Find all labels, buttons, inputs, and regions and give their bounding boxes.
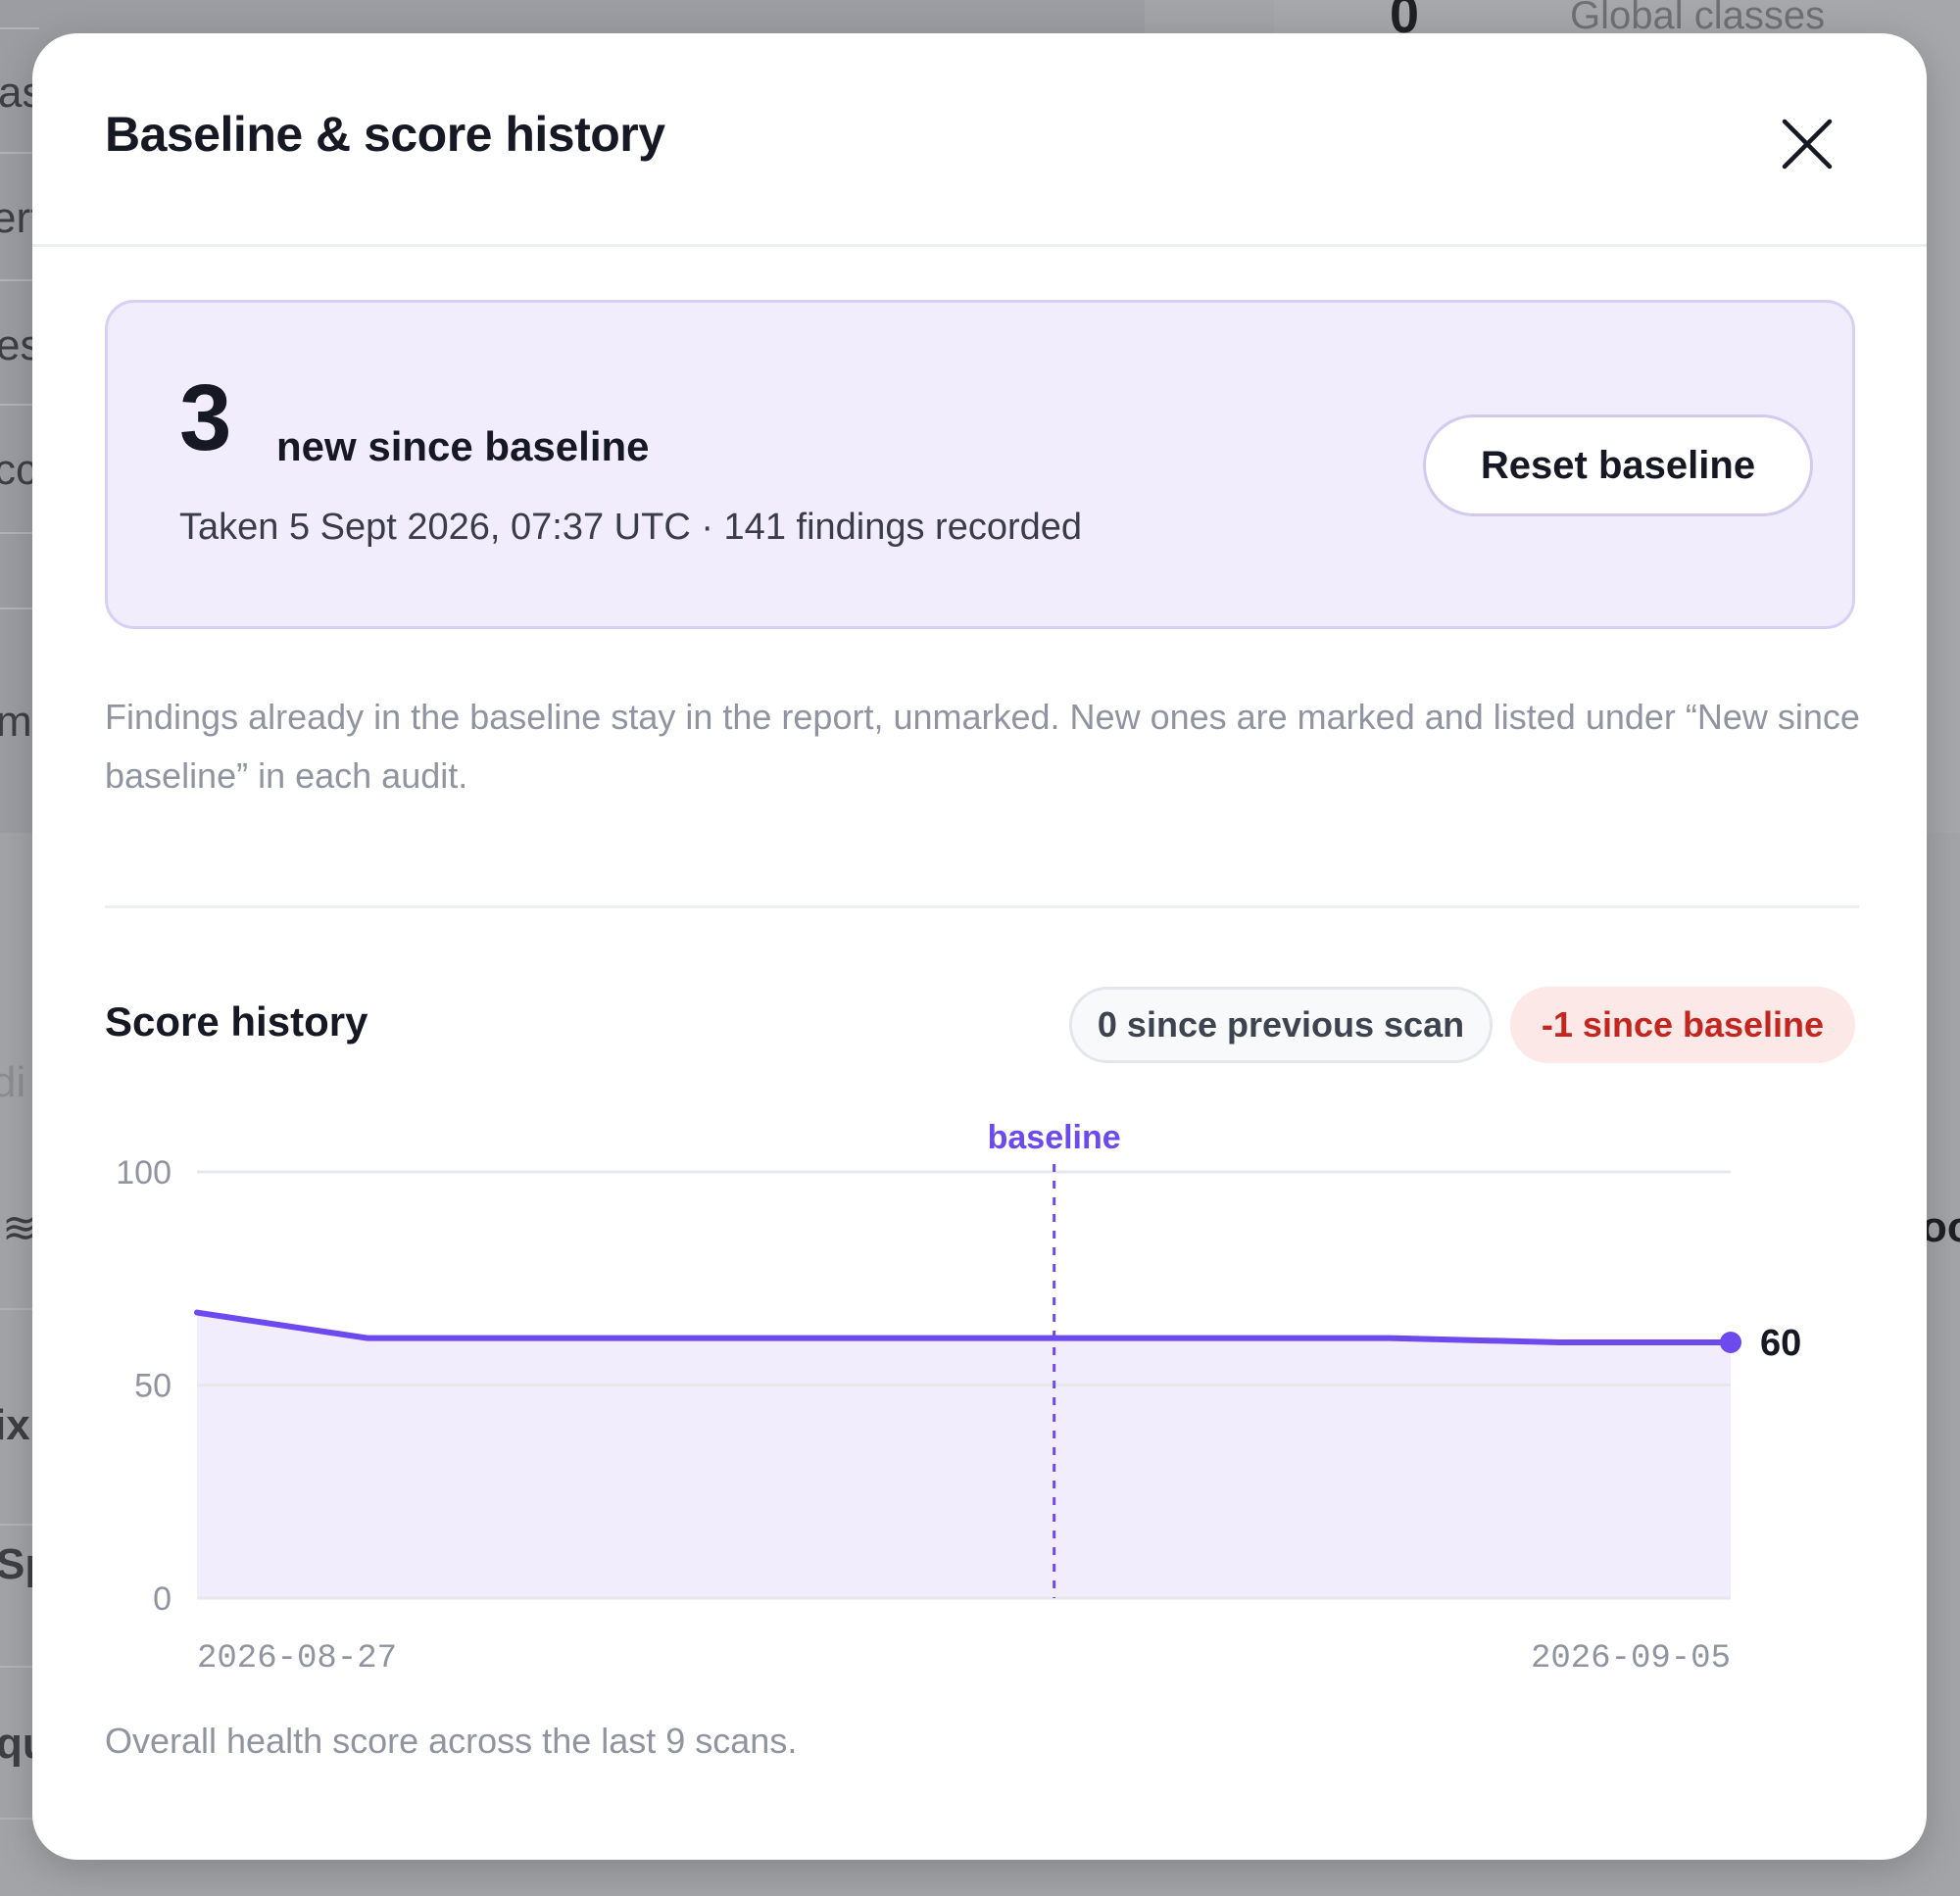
since-previous-badge: 0 since previous scan: [1069, 987, 1493, 1063]
y-tick-label: 100: [116, 1154, 172, 1191]
baseline-modal: Baseline & score history 3 new since bas…: [32, 33, 1927, 1860]
y-tick-label: 0: [153, 1580, 172, 1618]
score-area-fill: [197, 1312, 1731, 1598]
x-tick-label: 2026-08-27: [197, 1640, 397, 1677]
chart-caption: Overall health score across the last 9 s…: [105, 1721, 798, 1761]
y-tick-label: 50: [134, 1368, 172, 1405]
baseline-meta: Taken 5 Sept 2026, 07:37 UTC · 141 findi…: [179, 507, 1083, 548]
close-button[interactable]: [1775, 112, 1839, 176]
background-text: oo: [1921, 1203, 1960, 1251]
baseline-explanation: Findings already in the baseline stay in…: [105, 697, 1860, 796]
x-tick-label: 2026-09-05: [1531, 1640, 1731, 1677]
section-divider: [105, 905, 1859, 908]
background-text: ix: [0, 1401, 30, 1449]
baseline-summary-card: 3 new since baseline Taken 5 Sept 2026, …: [105, 300, 1855, 629]
new-findings-label: new since baseline: [276, 423, 650, 469]
modal-header: Baseline & score history: [32, 33, 1927, 247]
baseline-marker-label: baseline: [988, 1119, 1121, 1156]
score-history-title: Score history: [105, 998, 368, 1045]
reset-baseline-button[interactable]: Reset baseline: [1423, 414, 1813, 516]
last-score-point: [1720, 1332, 1741, 1353]
new-findings-count: 3: [179, 365, 232, 470]
close-icon: [1782, 119, 1833, 170]
background-divider: [0, 27, 39, 29]
modal-title: Baseline & score history: [105, 107, 665, 162]
since-baseline-badge: -1 since baseline: [1510, 987, 1855, 1063]
background-text: di: [0, 1058, 26, 1106]
score-line: [194, 1309, 1734, 1345]
last-score-label: 60: [1760, 1323, 1801, 1364]
